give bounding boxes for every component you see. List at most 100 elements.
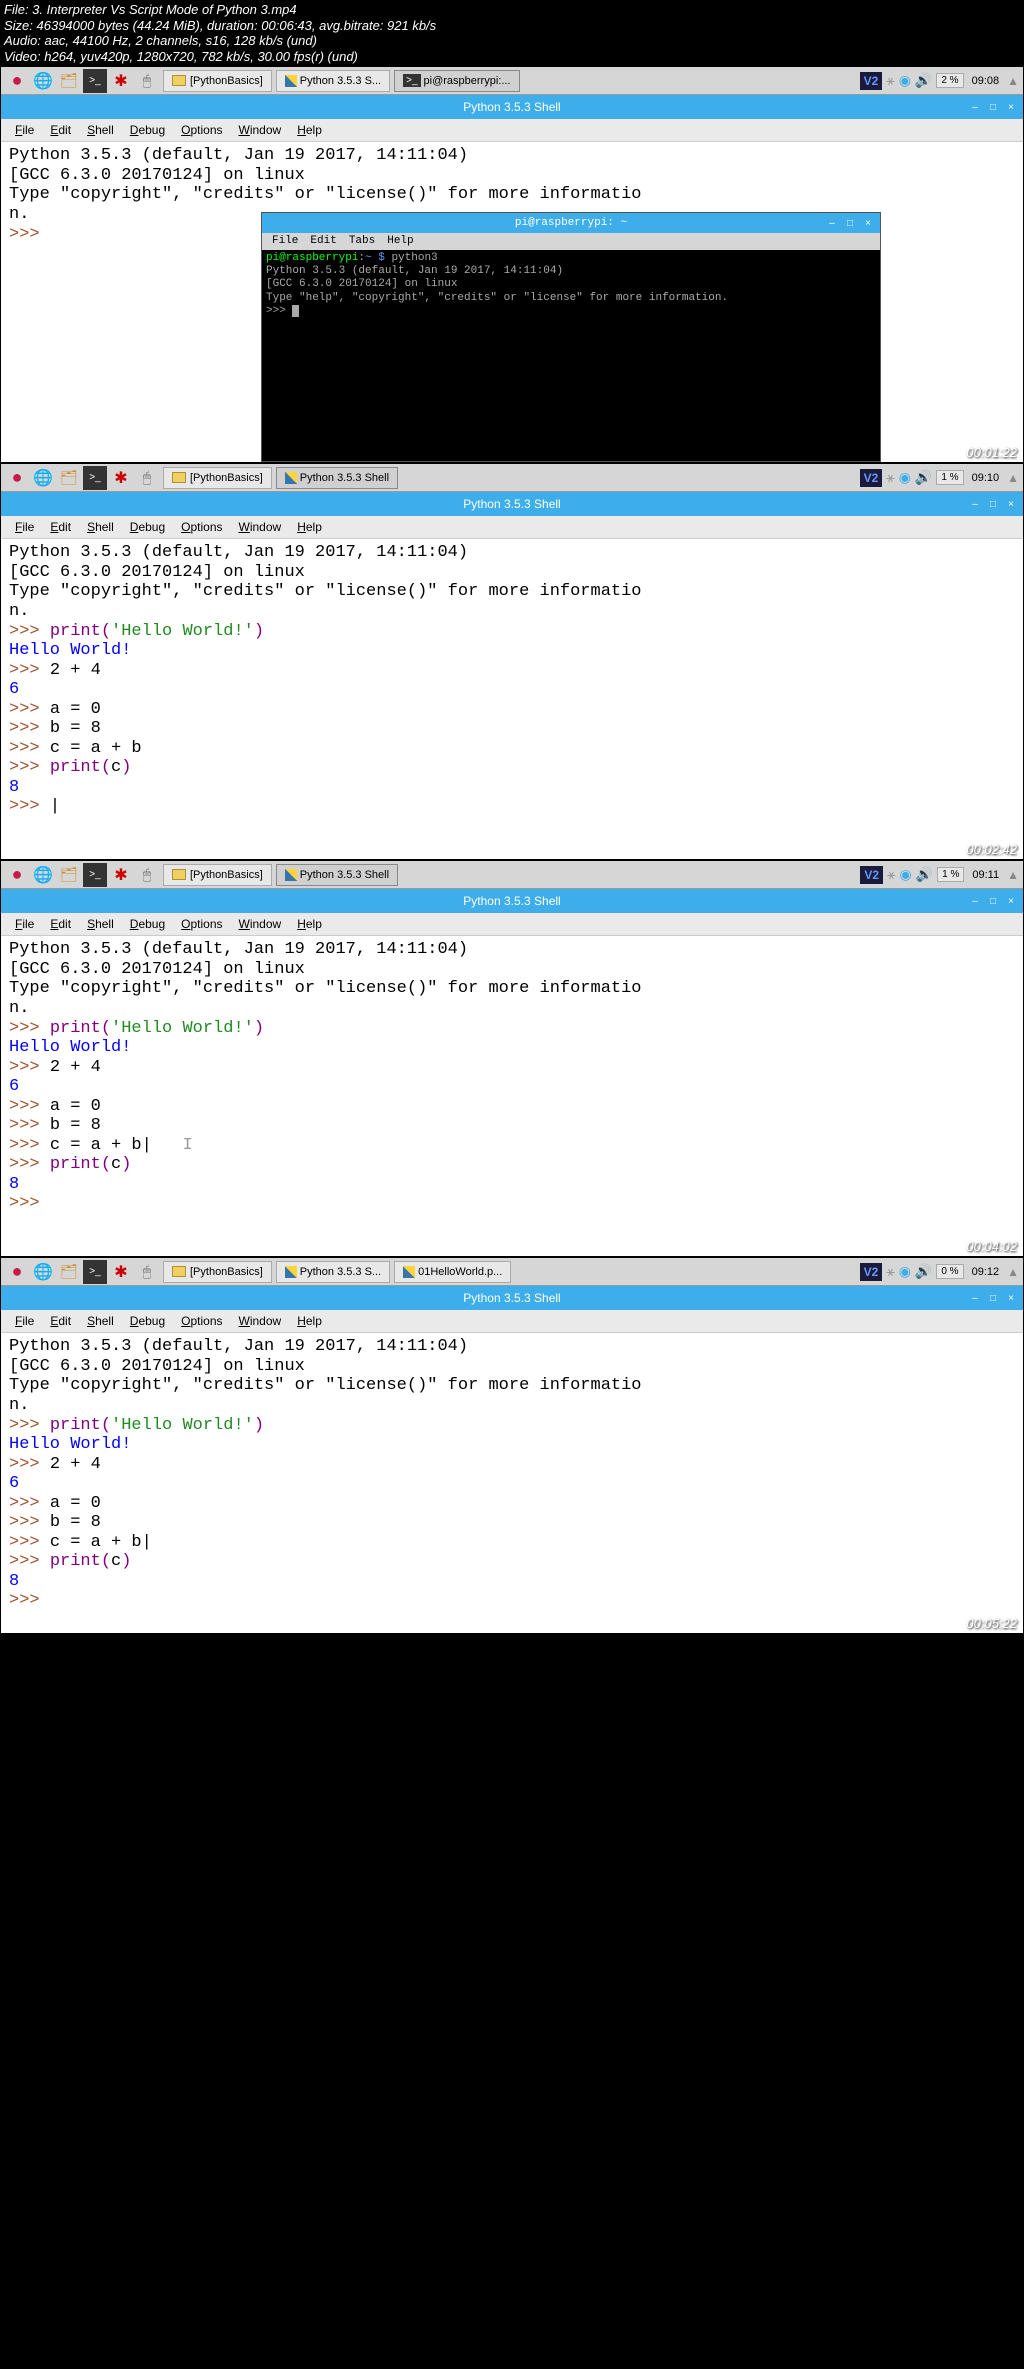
term-menu-tabs[interactable]: Tabs [343,235,381,248]
close-button[interactable]: × [1003,893,1019,909]
menu-debug[interactable]: Debug [122,915,173,933]
minimize-button[interactable]: – [967,496,983,512]
maximize-button[interactable]: □ [985,99,1001,115]
tray-expand-icon[interactable]: ▲ [1007,471,1019,485]
volume-icon[interactable]: 🔊 [915,469,932,486]
menu-shell[interactable]: Shell [79,518,122,536]
taskbar-pythonbasics[interactable]: [PythonBasics] [163,864,272,886]
taskbar-pythonbasics[interactable]: [PythonBasics] [163,1261,272,1283]
volume-icon[interactable]: 🔊 [915,1263,932,1280]
vnc-icon[interactable]: V2 [860,72,883,90]
menu-edit[interactable]: Edit [42,1312,79,1330]
globe-icon[interactable]: 🌐 [31,863,55,887]
terminal-icon[interactable]: >_ [83,69,107,93]
terminal-icon[interactable]: >_ [83,863,107,887]
vnc-icon[interactable]: V2 [860,1263,883,1281]
menu-options[interactable]: Options [173,1312,230,1330]
wrench-icon[interactable]: ✱ [109,863,133,887]
menu-window[interactable]: Window [231,1312,290,1330]
shell-content[interactable]: Python 3.5.3 (default, Jan 19 2017, 14:1… [1,936,1023,1256]
maximize-button[interactable]: □ [985,893,1001,909]
minimize-button[interactable]: – [967,1290,983,1306]
wifi-icon[interactable]: ◉ [899,1263,911,1280]
raspberry-icon[interactable]: ● [5,466,29,490]
wrench-icon[interactable]: ✱ [109,1260,133,1284]
raspberry-icon[interactable]: ● [5,863,29,887]
filemanager-icon[interactable]: 🗂 [57,466,81,490]
tray-expand-icon[interactable]: ▲ [1007,868,1019,882]
taskbar-shell[interactable]: Python 3.5.3 S... [276,1261,390,1283]
mouse-icon[interactable]: 🖱 [135,466,159,490]
menu-edit[interactable]: Edit [42,121,79,139]
menu-options[interactable]: Options [173,121,230,139]
term-menu-edit[interactable]: Edit [304,235,342,248]
wrench-icon[interactable]: ✱ [109,69,133,93]
globe-icon[interactable]: 🌐 [31,69,55,93]
filemanager-icon[interactable]: 🗂 [57,69,81,93]
menu-help[interactable]: Help [289,915,330,933]
terminal-icon[interactable]: >_ [83,1260,107,1284]
tray-expand-icon[interactable]: ▲ [1007,74,1019,88]
menu-help[interactable]: Help [289,1312,330,1330]
menu-debug[interactable]: Debug [122,121,173,139]
wrench-icon[interactable]: ✱ [109,466,133,490]
globe-icon[interactable]: 🌐 [31,466,55,490]
taskbar-shell[interactable]: Python 3.5.3 Shell [276,467,398,489]
wifi-icon[interactable]: ◉ [900,866,912,883]
mouse-icon[interactable]: 🖱 [135,69,159,93]
globe-icon[interactable]: 🌐 [31,1260,55,1284]
term-minimize-button[interactable]: – [824,215,840,231]
menu-window[interactable]: Window [231,121,290,139]
filemanager-icon[interactable]: 🗂 [57,1260,81,1284]
vnc-icon[interactable]: V2 [860,866,883,884]
wifi-icon[interactable]: ◉ [899,72,911,89]
bluetooth-icon[interactable]: ⚹ [887,866,895,883]
menu-file[interactable]: File [7,121,42,139]
menu-debug[interactable]: Debug [122,1312,173,1330]
menu-debug[interactable]: Debug [122,518,173,536]
terminal-icon[interactable]: >_ [83,466,107,490]
taskbar-pythonbasics[interactable]: [PythonBasics] [163,467,272,489]
wifi-icon[interactable]: ◉ [899,469,911,486]
tray-expand-icon[interactable]: ▲ [1007,1265,1019,1279]
taskbar-terminal[interactable]: >_pi@raspberrypi:... [394,70,519,92]
menu-options[interactable]: Options [173,915,230,933]
maximize-button[interactable]: □ [985,1290,1001,1306]
taskbar-helloworld[interactable]: 01HelloWorld.p... [394,1261,511,1283]
close-button[interactable]: × [1003,1290,1019,1306]
bluetooth-icon[interactable]: ⚹ [886,469,894,486]
bluetooth-icon[interactable]: ⚹ [886,72,894,89]
shell-content[interactable]: Python 3.5.3 (default, Jan 19 2017, 14:1… [1,142,1023,462]
menu-shell[interactable]: Shell [79,915,122,933]
minimize-button[interactable]: – [967,893,983,909]
menu-edit[interactable]: Edit [42,518,79,536]
menu-file[interactable]: File [7,1312,42,1330]
menu-edit[interactable]: Edit [42,915,79,933]
close-button[interactable]: × [1003,496,1019,512]
terminal-content[interactable]: pi@raspberrypi:~ $ python3 Python 3.5.3 … [262,250,880,320]
raspberry-icon[interactable]: ● [5,69,29,93]
raspberry-icon[interactable]: ● [5,1260,29,1284]
menu-window[interactable]: Window [231,915,290,933]
menu-options[interactable]: Options [173,518,230,536]
menu-shell[interactable]: Shell [79,121,122,139]
taskbar-shell[interactable]: Python 3.5.3 S... [276,70,390,92]
volume-icon[interactable]: 🔊 [916,866,933,883]
term-maximize-button[interactable]: □ [842,215,858,231]
vnc-icon[interactable]: V2 [860,469,883,487]
close-button[interactable]: × [1003,99,1019,115]
menu-help[interactable]: Help [289,518,330,536]
taskbar-pythonbasics[interactable]: [PythonBasics] [163,70,272,92]
filemanager-icon[interactable]: 🗂 [57,863,81,887]
menu-file[interactable]: File [7,518,42,536]
volume-icon[interactable]: 🔊 [915,72,932,89]
term-menu-file[interactable]: File [266,235,304,248]
menu-shell[interactable]: Shell [79,1312,122,1330]
shell-content[interactable]: Python 3.5.3 (default, Jan 19 2017, 14:1… [1,539,1023,859]
mouse-icon[interactable]: 🖱 [135,1260,159,1284]
menu-file[interactable]: File [7,915,42,933]
term-menu-help[interactable]: Help [381,235,419,248]
shell-content[interactable]: Python 3.5.3 (default, Jan 19 2017, 14:1… [1,1333,1023,1633]
mouse-icon[interactable]: 🖱 [135,863,159,887]
menu-help[interactable]: Help [289,121,330,139]
